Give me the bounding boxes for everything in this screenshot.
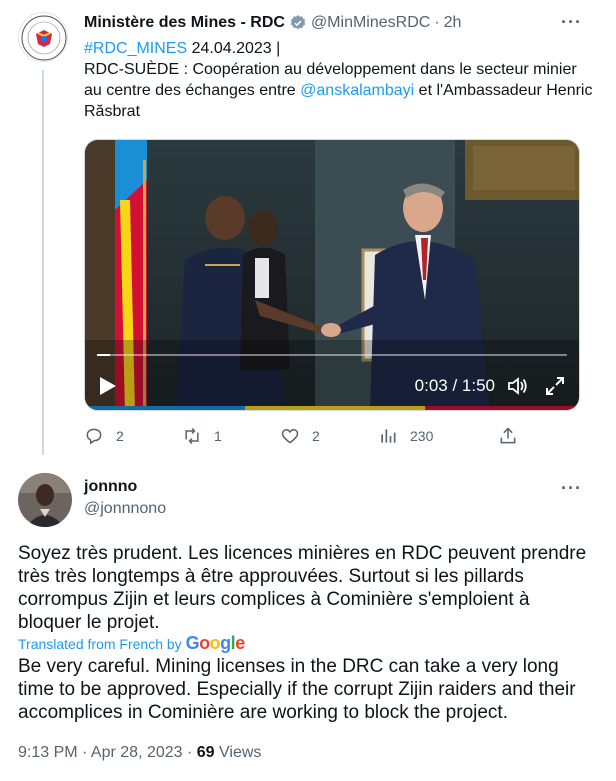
tweet-time[interactable]: 2h [444,14,462,32]
video-elapsed: 0:03 [414,376,448,395]
video-time-separator: / [447,376,462,395]
video-time: 0:03 / 1:50 [415,376,495,396]
reply-views-count: 69 [196,744,215,761]
retweet-icon [185,427,199,445]
retweet-count: 1 [214,428,222,444]
video-player[interactable]: 0:03 / 1:50 [84,139,580,411]
more-icon[interactable]: ··· [561,12,582,33]
reply-metadata: 9:13 PM · Apr 28, 2023 · 69 Views [18,744,261,762]
drc-seal-logo [21,15,67,61]
tweet-text: #RDC_MINES 24.04.2023 | RDC-SUÈDE : Coop… [84,38,596,122]
reply-count: 2 [116,428,124,444]
ministry-avatar[interactable] [18,12,68,62]
reply-more-icon[interactable]: ··· [561,478,582,499]
fullscreen-icon[interactable] [545,376,565,396]
tweet-date-text: 24.04.2023 | [187,40,281,57]
video-duration: 1:50 [461,376,495,395]
verified-icon [290,15,306,30]
views-count: 230 [410,428,434,444]
reply-translated-text: Be very careful. Mining licenses in the … [18,656,576,723]
separator: · [434,14,440,31]
google-logo: Google [185,633,246,653]
reply-handle[interactable]: @jonnnono [84,500,166,518]
video-frame [85,140,579,410]
views-button[interactable]: 230 [378,426,498,446]
like-count: 2 [312,428,320,444]
reply-original-text: Soyez très prudent. Les licences minière… [18,543,587,633]
translation-attribution[interactable]: Translated from French by Google [18,633,245,654]
like-icon [281,428,299,444]
tweet-header: Ministère des Mines - RDC @MinMinesRDC ·… [84,12,461,34]
reply-views-label: Views [214,744,262,761]
reply-timestamp[interactable]: 9:13 PM · Apr 28, 2023 · [18,744,197,761]
display-name[interactable]: Ministère des Mines - RDC [84,14,285,32]
reply-icon [86,428,102,445]
video-progress-track[interactable] [97,354,567,356]
views-icon [381,429,396,443]
share-button[interactable] [498,426,530,446]
reply-button[interactable]: 2 [84,426,182,446]
reply-avatar-image [18,473,72,527]
handle[interactable]: @MinMinesRDC [311,14,430,32]
video-progress-fill [97,354,110,356]
reply-display-name[interactable]: jonnno [84,478,137,496]
translated-label: Translated from French by [18,635,182,652]
like-button[interactable]: 2 [280,426,378,446]
tweet-actions: 2 1 2 230 [84,424,584,448]
volume-icon[interactable] [507,376,529,396]
thread-line [42,70,44,455]
share-icon [500,427,516,444]
play-icon[interactable] [99,376,117,396]
hashtag-link[interactable]: #RDC_MINES [84,40,187,57]
reply-avatar[interactable] [18,473,72,527]
mention-link[interactable]: @anskalambayi [300,82,414,99]
retweet-button[interactable]: 1 [182,426,280,446]
